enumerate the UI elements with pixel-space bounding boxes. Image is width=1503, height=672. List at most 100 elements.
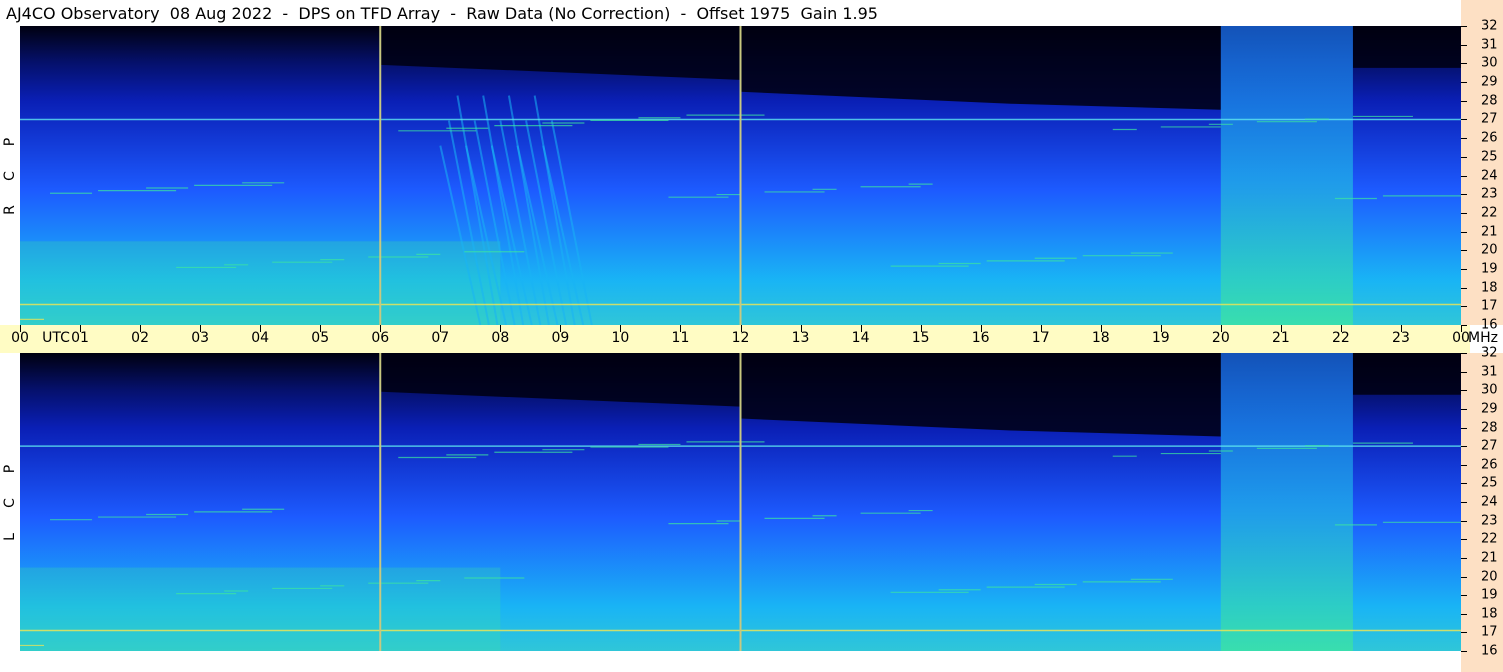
frequency-tick-label: 20 <box>1481 242 1498 258</box>
utc-tick-label: 09 <box>551 330 570 346</box>
lcp-letter-2: C <box>2 498 18 508</box>
frequency-tick-label: 25 <box>1481 149 1498 165</box>
frequency-tick <box>1461 268 1467 270</box>
frequency-tick-label: 20 <box>1481 569 1498 584</box>
rcp-letter-1: P <box>2 137 18 147</box>
frequency-tick <box>1461 464 1467 466</box>
frequency-tick <box>1461 306 1467 308</box>
lcp-letter-3: L <box>2 533 18 541</box>
frequency-tick <box>1461 539 1467 541</box>
frequency-tick <box>1461 390 1467 392</box>
utc-tick-label: 23 <box>1392 330 1410 346</box>
utc-tick-label: UTC <box>42 330 70 346</box>
utc-tick-label: 22 <box>1331 330 1350 346</box>
frequency-tick-label: 32 <box>1481 345 1498 361</box>
lcp-spectrogram-svg <box>20 353 1461 651</box>
frequency-tick <box>1461 595 1467 597</box>
frequency-tick-label: 18 <box>1481 280 1498 296</box>
utc-tick-label: 10 <box>611 330 630 346</box>
frequency-tick <box>1461 613 1467 615</box>
frequency-tick-label: 25 <box>1481 475 1498 491</box>
frequency-tick <box>1461 119 1467 121</box>
lcp-letter-1: P <box>2 464 18 474</box>
frequency-tick-label: 23 <box>1481 513 1498 529</box>
frequency-tick <box>1461 26 1467 27</box>
frequency-tick <box>1461 44 1467 46</box>
rcp-letter-2: C <box>2 171 18 181</box>
utc-tick-label: 14 <box>851 330 870 346</box>
frequency-tick <box>1461 250 1467 252</box>
frequency-tick-label: 32 <box>1481 18 1498 34</box>
utc-tick-label: 01 <box>71 330 89 346</box>
utc-tick-label: 03 <box>191 330 210 346</box>
frequency-tick-label: 31 <box>1481 364 1498 380</box>
frequency-tick-label: 18 <box>1481 606 1498 622</box>
frequency-tick <box>1461 651 1467 652</box>
frequency-tick-label: 30 <box>1481 382 1498 398</box>
lcp-frequency-axis: 32 31 30 29 28 27 26 25 24 23 22 21 20 19 18 17 16 <box>1461 346 1503 672</box>
rcp-letter-3: R <box>2 205 18 215</box>
utc-tick-label: 11 <box>671 330 690 346</box>
lcp-label: P C L <box>2 353 18 651</box>
rcp-frequency-axis: 32 31 30 29 28 27 26 25 24 23 22 21 20 19 18 17 16 <box>1461 0 1503 333</box>
frequency-tick <box>1461 63 1467 65</box>
frequency-tick <box>1461 427 1467 429</box>
utc-time-axis: 00 UTC 01 02 03 04 05 06 07 08 09 10 11 12 13 14 15 16 17 1… <box>0 325 1498 353</box>
frequency-tick <box>1461 175 1467 177</box>
utc-tick-label: 04 <box>251 330 270 346</box>
frequency-tick-label: 21 <box>1481 550 1498 566</box>
frequency-tick-label: 30 <box>1481 55 1498 71</box>
frequency-tick <box>1461 483 1467 485</box>
frequency-tick-label: 29 <box>1481 74 1498 90</box>
frequency-tick-label: 22 <box>1481 205 1498 221</box>
utc-tick-label: 00 <box>11 330 29 346</box>
rcp-label: P C R <box>2 26 18 325</box>
frequency-tick <box>1461 557 1467 559</box>
frequency-tick-label: 26 <box>1481 457 1498 473</box>
frequency-tick <box>1461 138 1467 140</box>
frequency-tick-label: 27 <box>1481 438 1498 454</box>
spectrogram-root: AJ4CO Observatory 08 Aug 2022 - DPS on T… <box>0 0 1503 672</box>
utc-tick-label: 18 <box>1091 330 1110 346</box>
frequency-tick <box>1461 502 1467 503</box>
frequency-tick-label: 29 <box>1481 401 1498 417</box>
enhanced-noise-band <box>1220 26 1353 325</box>
frequency-tick <box>1461 212 1467 214</box>
frequency-tick <box>1461 82 1467 84</box>
enhanced-noise-band <box>1220 353 1353 651</box>
frequency-tick <box>1461 194 1467 196</box>
frequency-tick-label: 24 <box>1481 168 1498 183</box>
frequency-tick <box>1461 353 1467 354</box>
frequency-tick-label: 26 <box>1481 130 1498 146</box>
frequency-tick-label: 22 <box>1481 531 1498 547</box>
frequency-tick-label: 21 <box>1481 224 1498 240</box>
frequency-tick <box>1461 446 1467 448</box>
frequency-tick-label: 17 <box>1481 624 1498 640</box>
utc-tick-label: 15 <box>911 330 930 346</box>
utc-tick-label: 19 <box>1151 330 1170 346</box>
frequency-tick <box>1461 325 1467 326</box>
frequency-tick-label: 28 <box>1481 420 1498 435</box>
utc-tick-label: 06 <box>371 330 390 346</box>
frequency-tick-label: 23 <box>1481 186 1498 202</box>
page-title: AJ4CO Observatory 08 Aug 2022 - DPS on T… <box>6 4 878 23</box>
frequency-tick <box>1461 408 1467 410</box>
utc-tick-label: 12 <box>731 330 750 346</box>
frequency-tick <box>1461 287 1467 289</box>
rcp-spectrogram <box>20 26 1461 325</box>
frequency-tick <box>1461 632 1467 634</box>
frequency-tick-label: 28 <box>1481 93 1498 109</box>
utc-tick-label: 20 <box>1211 330 1230 346</box>
frequency-tick <box>1461 231 1467 233</box>
frequency-tick <box>1461 100 1467 102</box>
utc-tick-label: 08 <box>491 330 510 346</box>
frequency-tick-label: 31 <box>1481 37 1498 53</box>
frequency-tick-label: 24 <box>1481 494 1498 510</box>
frequency-tick-label: 27 <box>1481 111 1498 127</box>
utc-tick-label: 17 <box>1031 330 1050 346</box>
utc-tick-label: 21 <box>1271 330 1290 346</box>
frequency-tick <box>1461 520 1467 522</box>
utc-tick-label: 16 <box>971 330 990 346</box>
utc-tick-label: 07 <box>431 330 450 346</box>
frequency-tick-label: 19 <box>1481 587 1498 603</box>
